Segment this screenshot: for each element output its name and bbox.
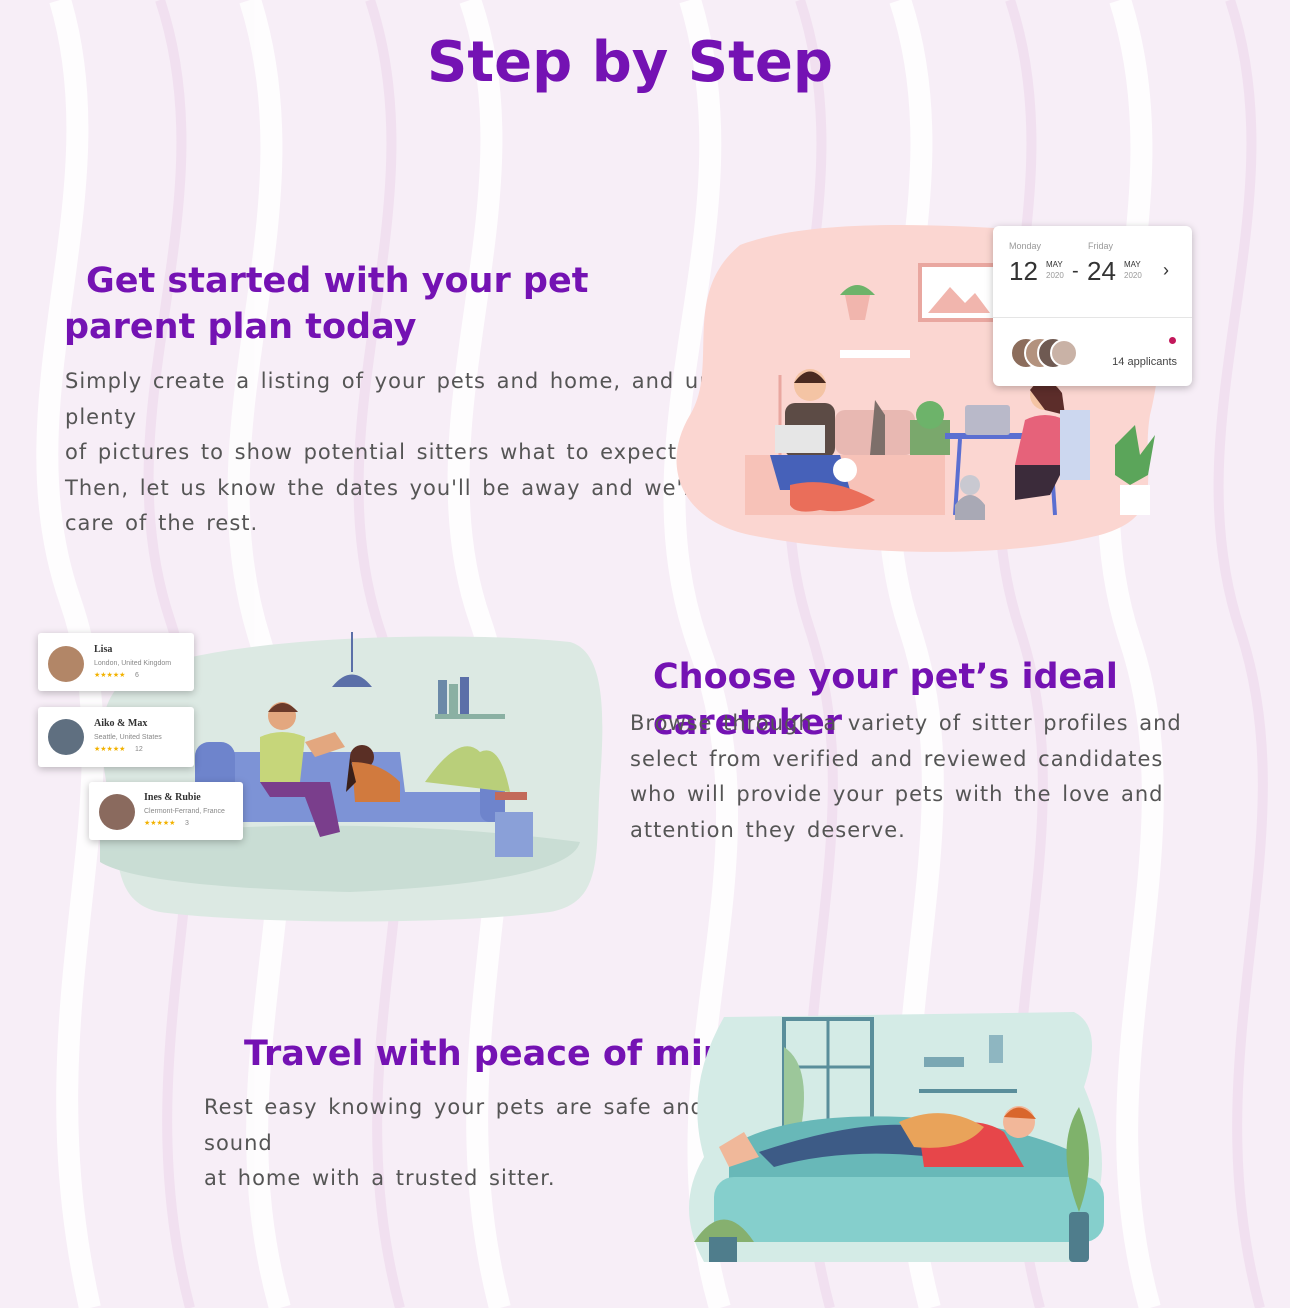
avatar xyxy=(99,794,135,830)
step2-line: select from verified and reviewed candid… xyxy=(630,746,1164,771)
relaxing-sofa-illustration xyxy=(689,1012,1104,1262)
date-separator: - xyxy=(1072,260,1079,282)
star-rating: ★★★★★ xyxy=(144,820,176,827)
step3-description: Rest easy knowing your pets are safe and… xyxy=(204,1090,744,1197)
applicant-avatars xyxy=(1010,337,1078,369)
notification-dot xyxy=(1169,337,1176,344)
step1-heading-line2: parent plan today xyxy=(64,307,417,347)
date-start-year: 2020 xyxy=(1046,271,1064,280)
sitter-card-lisa[interactable]: Lisa London, United Kingdom ★★★★★ 6 xyxy=(38,633,194,691)
sitter-card-aiko-max[interactable]: Aiko & Max Seattle, United States ★★★★★ … xyxy=(38,707,194,767)
date-end-year: 2020 xyxy=(1124,271,1142,280)
sitter-location: Clermont-Ferrand, France xyxy=(144,808,225,815)
review-count: 3 xyxy=(185,820,189,827)
step3-line: Rest easy knowing your pets are safe and… xyxy=(204,1095,705,1155)
sitter-location: Seattle, United States xyxy=(94,734,162,741)
step3-line: at home with a trusted sitter. xyxy=(204,1166,556,1190)
step1-heading: Get started with your pet parent plan to… xyxy=(64,258,588,350)
sitter-name: Aiko & Max xyxy=(94,718,148,729)
date-end-day: 24 xyxy=(1087,256,1116,286)
date-end-month: MAY xyxy=(1124,260,1141,269)
review-count: 12 xyxy=(135,746,143,753)
date-start-day: 12 xyxy=(1009,256,1038,286)
sitter-card-ines-rubie[interactable]: Ines & Rubie Clermont-Ferrand, France ★★… xyxy=(89,782,243,840)
star-rating: ★★★★★ xyxy=(94,672,126,679)
step2-line: Browse through a variety of sitter profi… xyxy=(630,711,1182,735)
avatar xyxy=(48,719,84,755)
date-end-label: Friday xyxy=(1088,241,1114,251)
sitter-name: Ines & Rubie xyxy=(144,792,201,803)
avatar xyxy=(48,646,84,682)
sitter-location: London, United Kingdom xyxy=(94,660,172,667)
step2-description: Browse through a variety of sitter profi… xyxy=(630,706,1190,848)
step3-heading: Travel with peace of mind xyxy=(244,1034,753,1074)
date-start-month: MAY xyxy=(1046,260,1063,269)
page-title: Step by Step xyxy=(427,30,833,95)
step1-heading-line1: Get started with your pet xyxy=(86,261,589,301)
applicants-count: 14 applicants xyxy=(1112,356,1177,368)
step2-line: attention they deserve. xyxy=(630,817,906,842)
review-count: 6 xyxy=(135,672,139,679)
sitter-name: Lisa xyxy=(94,644,113,655)
step2-line: who will provide your pets with the love… xyxy=(630,782,1164,806)
date-start-label: Monday xyxy=(1009,241,1042,251)
booking-dates-card[interactable]: Monday Friday 12 MAY 2020 - 24 MAY 2020 … xyxy=(993,226,1192,386)
chevron-right-icon[interactable]: › xyxy=(1163,260,1169,281)
star-rating: ★★★★★ xyxy=(94,746,126,753)
